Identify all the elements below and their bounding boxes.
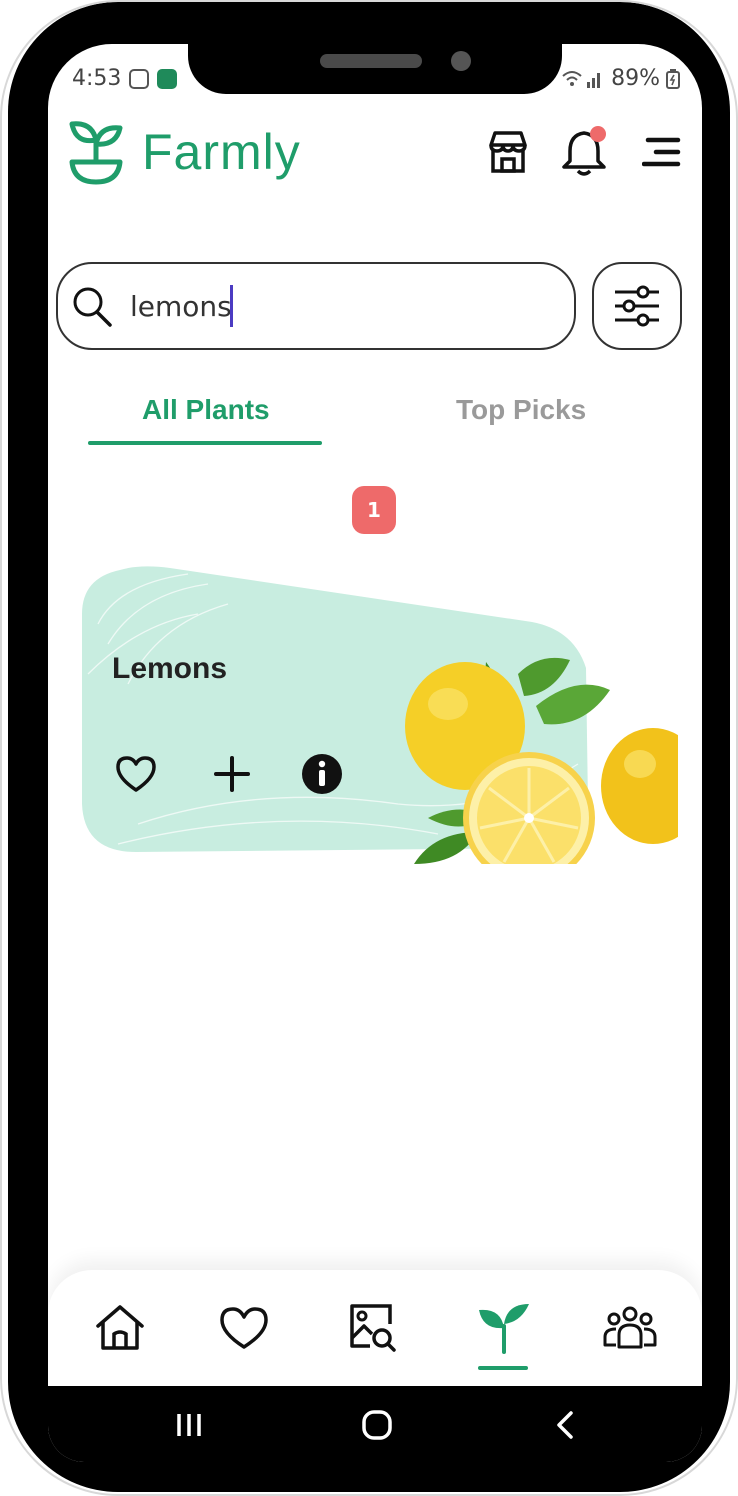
sprout-logo-icon [69, 121, 123, 185]
system-home-button[interactable] [352, 1400, 402, 1450]
nav-home[interactable] [92, 1300, 148, 1356]
nav-favorites[interactable] [216, 1300, 272, 1356]
nav-community[interactable] [602, 1300, 658, 1356]
search-bar[interactable] [56, 262, 576, 350]
speaker-grille [320, 54, 422, 68]
app-screen: 4:53 89% Farmly lemons All Plants Top Pi… [48, 44, 702, 1462]
recents-button[interactable] [164, 1400, 214, 1450]
menu-icon [642, 137, 681, 167]
instagram-icon [129, 68, 150, 89]
filter-button[interactable] [592, 262, 682, 350]
nav-my-plants[interactable] [476, 1300, 532, 1356]
back-button[interactable] [540, 1400, 590, 1450]
app-name: Farmly [142, 124, 301, 180]
tab-top-picks[interactable]: Top Picks [456, 394, 586, 426]
app-logo: Farmly [68, 118, 301, 186]
nav-plant-identify[interactable] [344, 1300, 400, 1356]
add-plant-button[interactable] [208, 750, 256, 798]
status-bar-left: 4:53 [72, 66, 178, 91]
info-icon [302, 754, 342, 794]
active-nav-indicator [478, 1366, 528, 1370]
front-camera [451, 51, 471, 71]
sprout-icon [479, 1304, 529, 1354]
card-actions [112, 750, 352, 798]
search-icon [73, 287, 112, 327]
system-navigation-bar [48, 1386, 702, 1462]
heart-icon [116, 756, 156, 792]
heart-icon [220, 1307, 268, 1349]
store-button[interactable] [482, 126, 534, 178]
status-bar-right: 89% [561, 66, 680, 91]
battery-percent: 89% [611, 66, 660, 91]
plant-name: Lemons [112, 652, 228, 685]
active-tab-indicator [88, 441, 322, 445]
info-button[interactable] [298, 750, 346, 798]
notifications-button[interactable] [558, 126, 610, 178]
status-time: 4:53 [72, 66, 122, 91]
farmly-notification-icon [157, 68, 178, 89]
image-search-icon [350, 1304, 396, 1352]
menu-button[interactable] [636, 126, 688, 178]
text-cursor [230, 285, 233, 327]
favorite-button[interactable] [112, 750, 160, 798]
plus-icon [214, 756, 250, 792]
bottom-navigation [48, 1270, 702, 1388]
results-count-badge: 1 [352, 486, 396, 534]
community-icon [603, 1306, 657, 1349]
wifi-signal-icon [562, 70, 601, 88]
store-icon [489, 131, 527, 173]
home-icon [96, 1305, 144, 1350]
notification-dot [590, 126, 606, 142]
search-input[interactable] [130, 289, 230, 323]
tab-all-plants[interactable]: All Plants [142, 394, 270, 426]
sliders-icon [615, 285, 659, 327]
back-icon [557, 1411, 573, 1439]
camera-notch [188, 38, 562, 94]
home-circle-icon [362, 1410, 392, 1440]
plant-card[interactable] [78, 564, 678, 864]
recents-icon [177, 1414, 201, 1436]
battery-icon [666, 68, 680, 89]
